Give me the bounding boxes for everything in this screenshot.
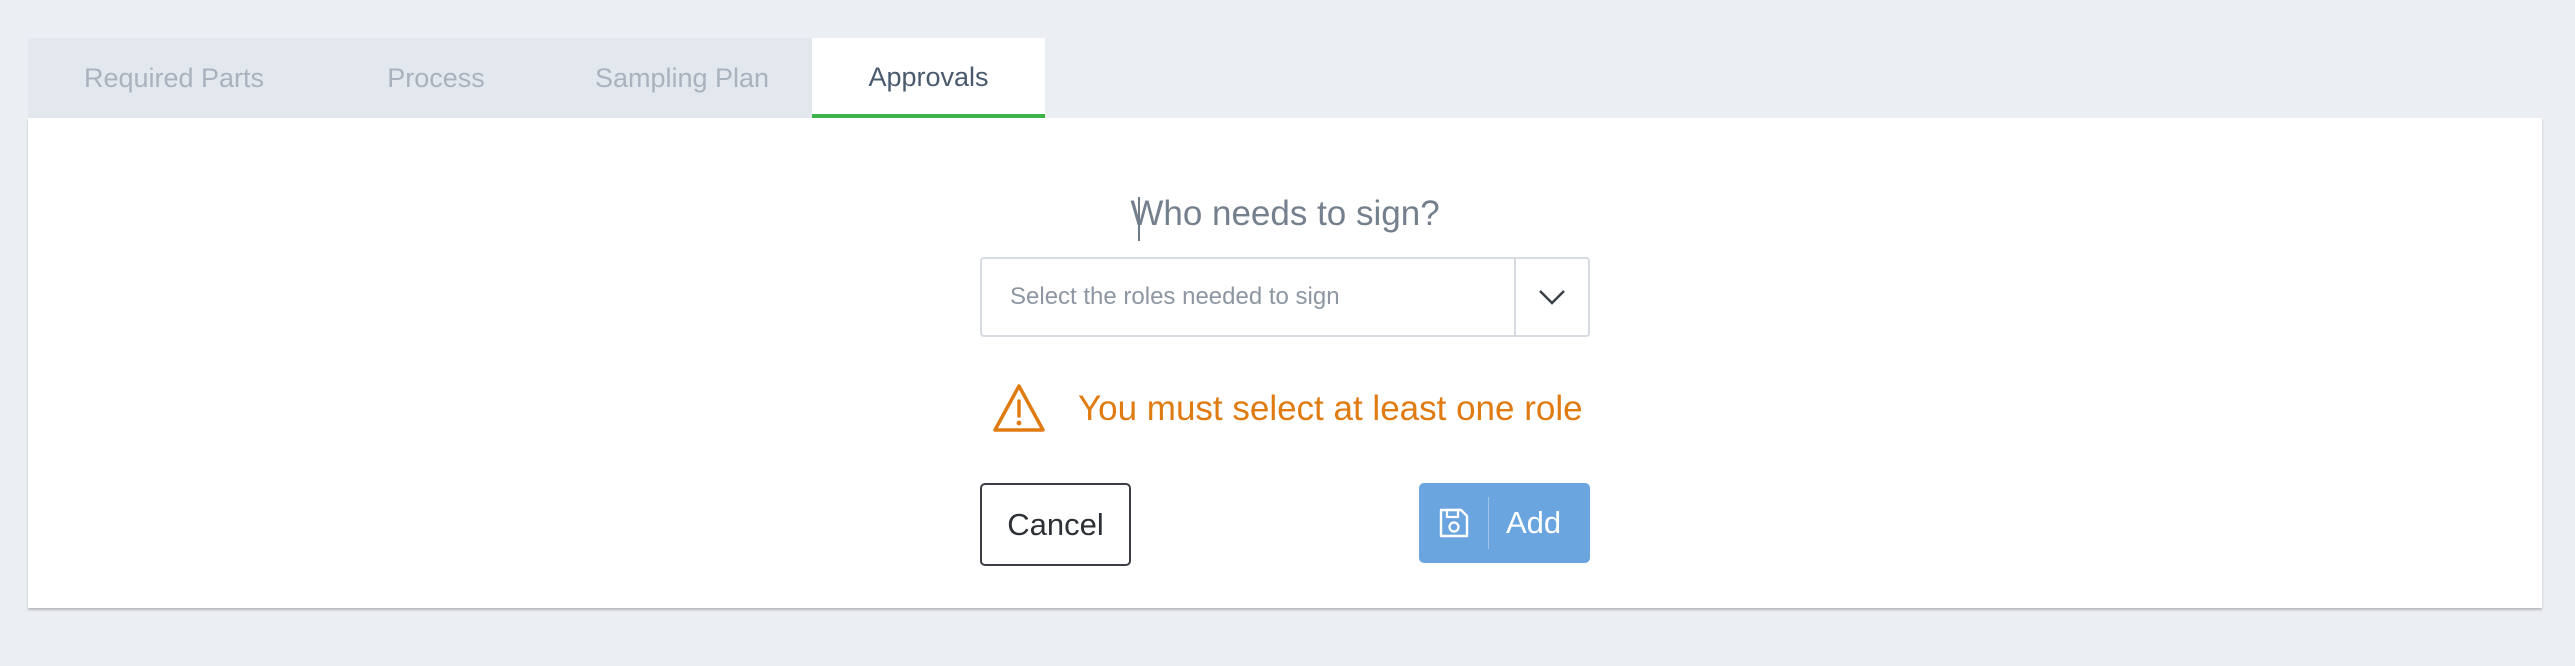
chevron-down-icon[interactable] xyxy=(1516,259,1588,335)
validation-message: You must select at least one role xyxy=(1078,389,1583,428)
cancel-button[interactable]: Cancel xyxy=(980,483,1131,566)
signers-question: Who needs to sign? xyxy=(1130,194,1440,233)
add-button-label: Add xyxy=(1506,505,1562,540)
tab-sampling-plan[interactable]: Sampling Plan xyxy=(552,38,812,118)
warning-triangle-icon xyxy=(992,383,1046,433)
add-button[interactable]: Add xyxy=(1419,483,1590,563)
approvals-panel xyxy=(28,118,2542,608)
save-icon xyxy=(1419,483,1488,563)
tab-bar: Required Parts Process Sampling Plan App… xyxy=(28,38,1045,118)
tab-required-parts[interactable]: Required Parts xyxy=(28,38,320,118)
text-cursor xyxy=(1138,197,1140,241)
roles-select-placeholder: Select the roles needed to sign xyxy=(1010,283,1340,310)
tab-process[interactable]: Process xyxy=(320,38,552,118)
tab-approvals[interactable]: Approvals xyxy=(812,38,1045,118)
roles-select[interactable]: Select the roles needed to sign xyxy=(980,257,1590,337)
add-button-divider xyxy=(1488,497,1489,549)
